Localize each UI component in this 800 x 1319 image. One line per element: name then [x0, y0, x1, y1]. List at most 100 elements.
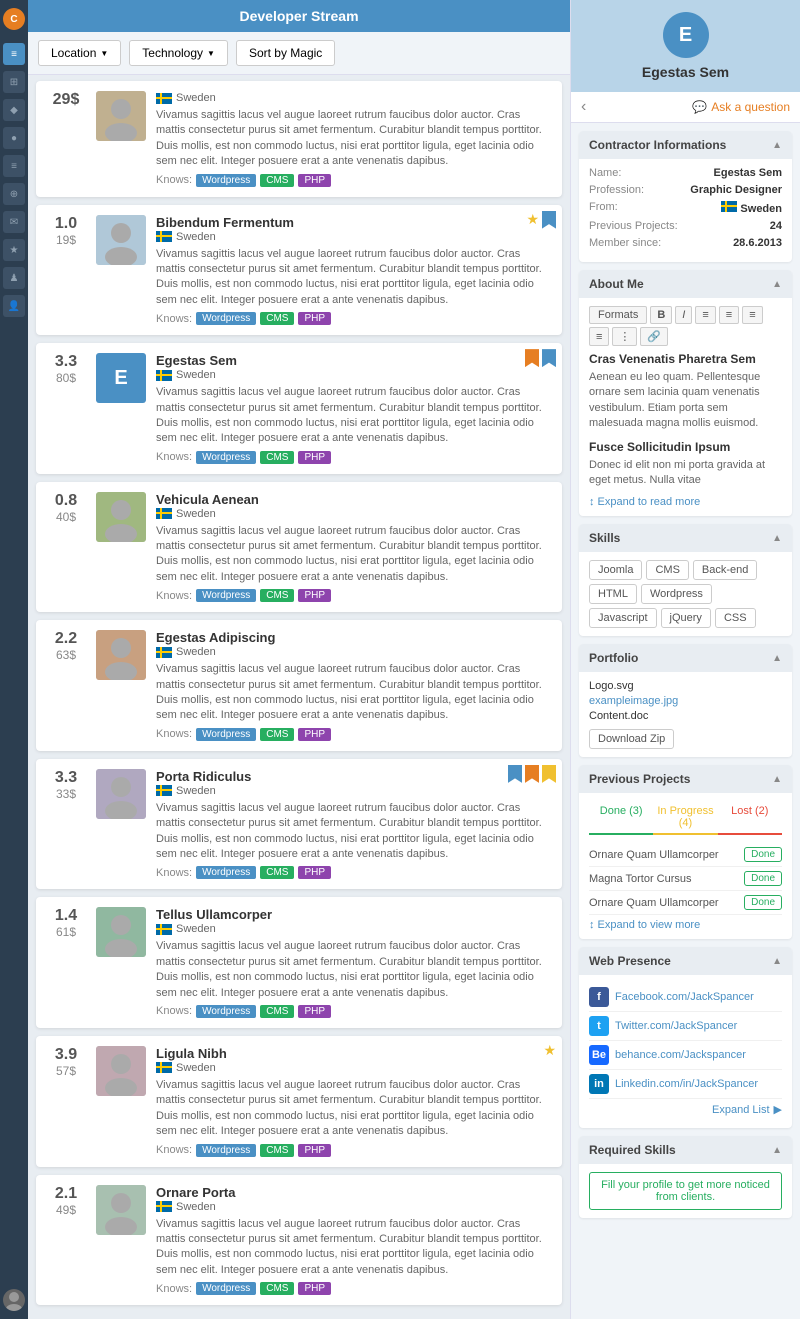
skills-header[interactable]: Skills ▲ [579, 524, 792, 552]
align-right-btn[interactable]: ≡ [742, 306, 762, 324]
contractor-card[interactable]: 3.380$EEgestas SemSwedenVivamus sagittis… [36, 343, 562, 474]
contractor-card[interactable]: 29$ SwedenVivamus sagittis lacus vel aug… [36, 81, 562, 197]
align-center-btn[interactable]: ≡ [719, 306, 739, 324]
contractor-name: Bibendum Fermentum [156, 215, 552, 230]
tab-done[interactable]: Done (3) [589, 801, 653, 835]
twitter-link[interactable]: Twitter.com/JackSpancer [615, 1020, 737, 1032]
skill-tag[interactable]: HTML [589, 584, 637, 604]
bookmark-star-icon[interactable]: ★ [526, 211, 539, 229]
contractor-main-name: Egestas Sem [583, 64, 788, 80]
bookmark-blue-icon[interactable] [542, 211, 556, 229]
contractor-avatar: E [96, 353, 146, 403]
nav-icon-diamond[interactable]: ◆ [3, 99, 25, 121]
contractor-info-header[interactable]: Contractor Informations ▲ [579, 131, 792, 159]
contractor-avatar [96, 769, 146, 819]
bookmark-blue-icon[interactable] [542, 349, 556, 367]
contractor-avatar [96, 1046, 146, 1096]
skill-tag[interactable]: Wordpress [641, 584, 712, 604]
contractor-card[interactable]: 1.461$ Tellus UllamcorperSwedenVivamus s… [36, 897, 562, 1028]
download-zip-button[interactable]: Download Zip [589, 729, 674, 749]
align-justify-btn[interactable]: ≡ [589, 327, 609, 346]
tab-inprogress[interactable]: In Progress (4) [653, 801, 717, 835]
contractor-card[interactable]: 3.957$ Ligula NibhSwedenVivamus sagittis… [36, 1036, 562, 1167]
nav-icon-star[interactable]: ★ [3, 239, 25, 261]
info-row-member: Member since: 28.6.2013 [589, 237, 782, 249]
skill-tag: PHP [298, 1282, 331, 1295]
proj-item-2: Magna Tortor Cursus Done [589, 867, 782, 891]
portfolio-header[interactable]: Portfolio ▲ [579, 644, 792, 672]
facebook-link[interactable]: Facebook.com/JackSpancer [615, 991, 754, 1003]
portfolio-file-2[interactable]: exampleimage.jpg [589, 695, 782, 707]
skill-tag[interactable]: Back-end [693, 560, 757, 580]
sort-filter[interactable]: Sort by Magic [236, 40, 335, 66]
align-left-btn[interactable]: ≡ [695, 306, 715, 324]
about-me-header[interactable]: About Me ▲ [579, 270, 792, 298]
expand-web-link[interactable]: Expand List ▶ [589, 1099, 782, 1120]
about-me-chevron: ▲ [772, 279, 782, 290]
facebook-icon: f [589, 987, 609, 1007]
proj-badge-2: Done [744, 871, 782, 886]
contractor-card[interactable]: 2.149$ Ornare PortaSwedenVivamus sagitti… [36, 1175, 562, 1306]
expand-about-link[interactable]: ↕ Expand to read more [589, 496, 782, 508]
link-btn[interactable]: 🔗 [640, 327, 668, 346]
location-filter[interactable]: Location ▼ [38, 40, 121, 66]
user-avatar-small[interactable] [3, 1289, 25, 1311]
bookmark-star-icon[interactable]: ★ [543, 1042, 556, 1059]
app-logo[interactable]: C [3, 8, 25, 30]
formats-btn[interactable]: Formats [589, 306, 647, 324]
behance-link[interactable]: behance.com/Jackspancer [615, 1049, 746, 1061]
skill-tag: Wordpress [196, 451, 256, 464]
sweden-flag-icon [156, 1201, 172, 1212]
bookmark-orange-icon[interactable] [525, 765, 539, 783]
nav-icon-user[interactable]: 👤 [3, 295, 25, 317]
bold-btn[interactable]: B [650, 306, 672, 324]
contractor-score: 1.0 [55, 215, 77, 233]
skill-tag: Wordpress [196, 728, 256, 741]
skill-tag: CMS [260, 451, 294, 464]
skill-tag[interactable]: CMS [646, 560, 688, 580]
back-button[interactable]: ‹ [581, 98, 586, 116]
nav-icon-puzzle[interactable]: ♟ [3, 267, 25, 289]
skill-tag[interactable]: jQuery [661, 608, 711, 628]
ask-question-link[interactable]: 💬 Ask a question [692, 100, 790, 114]
nav-icon-home[interactable]: ≡ [3, 43, 25, 65]
bookmark-blue-icon[interactable] [508, 765, 522, 783]
contractor-card[interactable]: 0.840$ Vehicula AeneanSwedenVivamus sagi… [36, 482, 562, 613]
required-skills-header[interactable]: Required Skills ▲ [579, 1136, 792, 1164]
page-header: Developer Stream [28, 0, 570, 32]
technology-filter[interactable]: Technology ▼ [129, 40, 228, 66]
skill-tag: CMS [260, 1005, 294, 1018]
bookmark-orange-icon[interactable] [525, 349, 539, 367]
nav-icon-plus[interactable]: ⊕ [3, 183, 25, 205]
nav-icon-circle[interactable]: ● [3, 127, 25, 149]
expand-projects-link[interactable]: ↕ Expand to view more [589, 919, 782, 931]
bookmark-yellow-icon[interactable] [542, 765, 556, 783]
linkedin-icon: in [589, 1074, 609, 1094]
skill-tag[interactable]: Joomla [589, 560, 642, 580]
skill-tag: PHP [298, 174, 331, 187]
nav-icon-grid[interactable]: ⊞ [3, 71, 25, 93]
italic-btn[interactable]: I [675, 306, 692, 324]
linkedin-link[interactable]: Linkedin.com/in/JackSpancer [615, 1078, 758, 1090]
tab-lost[interactable]: Lost (2) [718, 801, 782, 835]
skill-tag: PHP [298, 1005, 331, 1018]
sweden-flag-icon [156, 785, 172, 796]
nav-icon-msg[interactable]: ✉ [3, 211, 25, 233]
expand-web-icon: ▶ [774, 1103, 782, 1116]
contractor-card[interactable]: 3.333$ Porta RidiculusSwedenVivamus sagi… [36, 759, 562, 890]
contractor-skills: Knows:WordpressCMSPHP [156, 451, 552, 464]
contractor-card[interactable]: 1.019$ Bibendum FermentumSwedenVivamus s… [36, 205, 562, 336]
nav-icon-list[interactable]: ≡ [3, 155, 25, 177]
contractor-description: Vivamus sagittis lacus vel augue laoreet… [156, 524, 552, 586]
list-btn[interactable]: ⋮ [612, 327, 637, 346]
skill-tag: CMS [260, 174, 294, 187]
previous-projects-section: Previous Projects ▲ Done (3) In Progress… [579, 765, 792, 939]
skill-tag[interactable]: Javascript [589, 608, 657, 628]
expand-projects-icon: ↕ [589, 919, 595, 931]
previous-projects-header[interactable]: Previous Projects ▲ [579, 765, 792, 793]
skill-tag[interactable]: CSS [715, 608, 756, 628]
web-presence-header[interactable]: Web Presence ▲ [579, 947, 792, 975]
contractor-skills: Knows:WordpressCMSPHP [156, 174, 552, 187]
contractor-card[interactable]: 2.263$ Egestas AdipiscingSwedenVivamus s… [36, 620, 562, 751]
contractor-avatar [96, 630, 146, 680]
